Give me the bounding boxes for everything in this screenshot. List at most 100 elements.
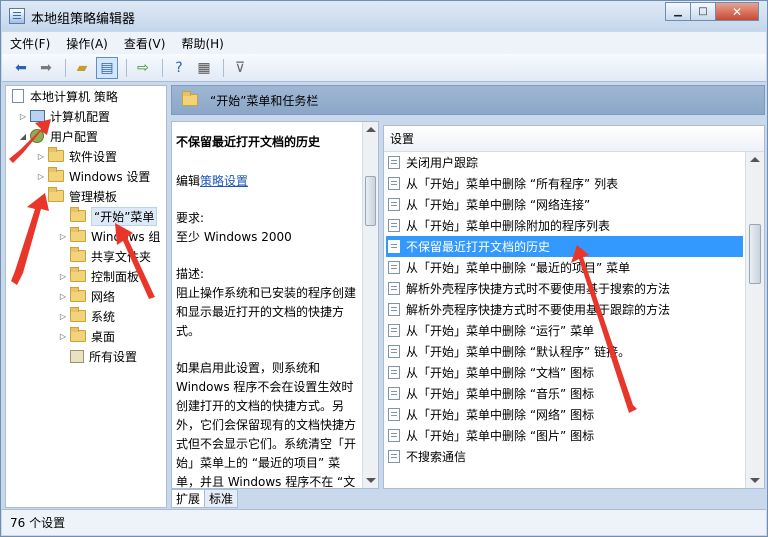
user-icon — [30, 129, 44, 143]
column-header-setting[interactable]: 设置 — [384, 126, 764, 152]
export-icon: ⇨ — [137, 59, 149, 76]
policy-setting-icon — [388, 408, 400, 421]
scroll-thumb[interactable] — [365, 176, 376, 226]
description-scrollbar[interactable] — [362, 122, 378, 488]
policy-doc-icon — [12, 89, 24, 103]
minimize-button[interactable]: ▁ — [665, 2, 691, 21]
maximize-icon: □ — [698, 6, 708, 17]
list-item-selected[interactable]: 不保留最近打开文档的历史 — [386, 236, 743, 257]
expand-arrow-icon[interactable]: ▷ — [58, 292, 68, 301]
tree-item-control-panel[interactable]: ▷ 控制面板 — [58, 266, 139, 286]
tree-item-system[interactable]: ▷ 系统 — [58, 306, 115, 326]
policy-setting-icon — [388, 303, 400, 316]
tab-standard[interactable]: 标准 — [204, 489, 239, 508]
expand-arrow-icon[interactable]: ▷ — [18, 112, 28, 121]
folder-open-icon — [70, 207, 86, 222]
filter-icon: ⊽ — [234, 59, 246, 76]
list-item[interactable]: 解析外壳程序快捷方式时不要使用基于跟踪的方法 — [386, 299, 743, 320]
minimize-icon: ▁ — [674, 6, 682, 17]
folder-icon — [48, 187, 64, 202]
policy-setting-icon — [388, 429, 400, 442]
list-item[interactable]: 关闭用户跟踪 — [386, 152, 743, 173]
folder-icon — [70, 267, 86, 282]
scroll-up-icon[interactable] — [366, 127, 376, 132]
list-item[interactable]: 从「开始」菜单中删除 “文档” 图标 — [386, 362, 743, 383]
close-icon: ✕ — [731, 4, 743, 19]
tree-item-network[interactable]: ▷ 网络 — [58, 286, 115, 306]
tree-item-software-settings[interactable]: ▷ 软件设置 — [36, 146, 117, 166]
policy-setting-icon — [388, 219, 400, 232]
description-text: 阻止操作系统和已安装的程序创建和显示最近打开的文档的快捷方式。 — [176, 286, 357, 338]
folder-icon — [70, 327, 86, 342]
list-item[interactable]: 从「开始」菜单中删除 “默认程序” 链接。 — [386, 341, 743, 362]
properties-icon: ▦ — [197, 59, 211, 76]
tree-item-user-config[interactable]: ◢ 用户配置 — [18, 126, 98, 146]
policy-setting-icon — [388, 156, 400, 169]
collapse-arrow-icon[interactable]: ◢ — [36, 192, 46, 201]
requirements-block: 要求: 至少 Windows 2000 — [176, 211, 292, 244]
menu-file[interactable]: 文件(F) — [10, 35, 50, 52]
description-content: 不保留最近打开文档的历史 编辑策略设置 要求: 至少 Windows 2000 描… — [176, 133, 362, 488]
expand-arrow-icon[interactable]: ▷ — [58, 272, 68, 281]
folder-up-icon: ▰ — [76, 59, 88, 76]
expand-arrow-icon[interactable]: ▷ — [58, 232, 68, 241]
policy-setting-icon — [388, 282, 400, 295]
list-item[interactable]: 从「开始」菜单中删除附加的程序列表 — [386, 215, 743, 236]
list-item[interactable]: 从「开始」菜单中删除 “图片” 图标 — [386, 425, 743, 446]
forward-button[interactable]: ➡ — [35, 57, 57, 79]
menu-help[interactable]: 帮助(H) — [181, 35, 223, 52]
scroll-down-icon[interactable] — [366, 478, 376, 483]
policy-setting-icon — [388, 387, 400, 400]
tab-extended[interactable]: 扩展 — [171, 489, 206, 508]
menu-action[interactable]: 操作(A) — [66, 35, 108, 52]
list-item[interactable]: 解析外壳程序快捷方式时不要使用基于搜索的方法 — [386, 278, 743, 299]
computer-icon — [30, 110, 45, 122]
list-item[interactable]: 从「开始」菜单中删除 “运行” 菜单 — [386, 320, 743, 341]
policy-setting-icon — [388, 177, 400, 190]
close-button[interactable]: ✕ — [715, 2, 759, 21]
help-icon: ? — [175, 59, 183, 76]
toolbar: ⬅ ➡ ▰ ▤ ⇨ ? ▦ ⊽ — [2, 54, 766, 82]
console-tree: 本地计算机 策略 ▷ 计算机配置 ◢ 用户配置 ▷ 软件设置 ▷ Windows… — [5, 85, 167, 508]
folder-icon — [70, 227, 86, 242]
tree-item-root[interactable]: 本地计算机 策略 — [12, 86, 118, 106]
list-item[interactable]: 从「开始」菜单中删除 “网络连接” — [386, 194, 743, 215]
tree-item-computer-config[interactable]: ▷ 计算机配置 — [18, 106, 110, 126]
list-scrollbar[interactable] — [745, 152, 764, 488]
filter-button[interactable]: ⊽ — [229, 57, 251, 79]
list-item[interactable]: 从「开始」菜单中删除 “最近的项目” 菜单 — [386, 257, 743, 278]
expand-arrow-icon[interactable]: ▷ — [58, 332, 68, 341]
menu-bar: 文件(F) 操作(A) 查看(V) 帮助(H) — [2, 32, 766, 54]
tree-item-all-settings[interactable]: 所有设置 — [70, 346, 137, 366]
expand-arrow-icon[interactable]: ▷ — [36, 152, 46, 161]
expand-arrow-icon[interactable]: ▷ — [58, 312, 68, 321]
scroll-down-icon[interactable] — [750, 478, 760, 483]
show-hide-tree-button[interactable]: ▤ — [96, 56, 118, 79]
expand-arrow-icon[interactable]: ▷ — [36, 172, 46, 181]
list-item[interactable]: 从「开始」菜单中删除 “网络” 图标 — [386, 404, 743, 425]
edit-policy-link[interactable]: 策略设置 — [200, 174, 248, 188]
tree-item-admin-templates[interactable]: ◢ 管理模板 — [36, 186, 117, 206]
tree-item-start-menu[interactable]: “开始”菜单 — [70, 206, 158, 226]
export-list-button[interactable]: ⇨ — [132, 57, 154, 79]
details-header-title: “开始”菜单和任务栏 — [210, 93, 319, 108]
maximize-button[interactable]: □ — [690, 2, 716, 21]
properties-button[interactable]: ▦ — [193, 57, 215, 79]
collapse-arrow-icon[interactable]: ◢ — [18, 132, 28, 141]
scroll-up-icon[interactable] — [750, 157, 760, 162]
help-button[interactable]: ? — [168, 57, 190, 79]
list-item[interactable]: 从「开始」菜单中删除 “所有程序” 列表 — [386, 173, 743, 194]
back-button[interactable]: ⬅ — [10, 57, 32, 79]
tree-item-windows-settings[interactable]: ▷ Windows 设置 — [36, 166, 150, 186]
menu-view[interactable]: 查看(V) — [124, 35, 166, 52]
list-item[interactable]: 从「开始」菜单中删除 “音乐” 图标 — [386, 383, 743, 404]
scroll-thumb[interactable] — [749, 224, 761, 284]
tree-item-windows-components[interactable]: ▷ Windows 组 — [58, 226, 160, 246]
tree-item-desktop[interactable]: ▷ 桌面 — [58, 326, 115, 346]
toolbar-separator — [223, 58, 224, 77]
up-level-button[interactable]: ▰ — [71, 57, 93, 79]
list-item[interactable]: 不搜索通信 — [386, 446, 743, 467]
policy-setting-icon — [388, 450, 400, 463]
app-icon — [9, 8, 25, 24]
tree-item-shared-folders[interactable]: 共享文件夹 — [70, 246, 151, 266]
